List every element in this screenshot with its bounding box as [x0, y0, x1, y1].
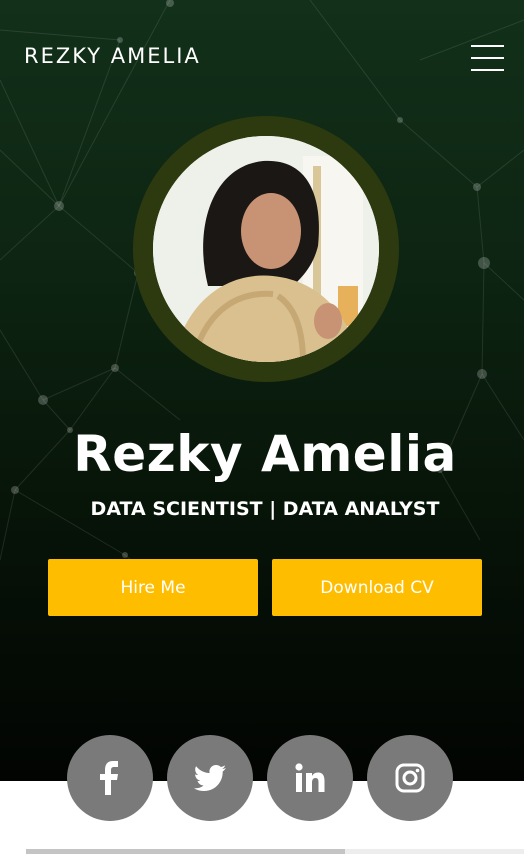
twitter-icon: [194, 765, 226, 791]
facebook-link[interactable]: [67, 735, 153, 821]
instagram-icon: [395, 763, 425, 793]
social-links: [0, 735, 524, 821]
hamburger-menu-icon[interactable]: [471, 45, 504, 72]
facebook-icon: [100, 761, 118, 795]
scroll-track: [345, 849, 524, 854]
twitter-link[interactable]: [167, 735, 253, 821]
avatar-ring: [133, 116, 399, 382]
linkedin-icon: [295, 763, 325, 792]
hire-me-button[interactable]: Hire Me: [48, 559, 258, 616]
hero-section: REZKY AMELIA Rezky Amelia DATA SCIENTIST…: [0, 0, 524, 781]
avatar: [153, 136, 379, 362]
hero-name: Rezky Amelia: [73, 425, 457, 483]
avatar-photo: [153, 136, 379, 362]
site-brand[interactable]: REZKY AMELIA: [24, 44, 201, 68]
linkedin-link[interactable]: [267, 735, 353, 821]
hero-subtitle: DATA SCIENTIST | DATA ANALYST: [90, 498, 440, 520]
instagram-link[interactable]: [367, 735, 453, 821]
download-cv-button[interactable]: Download CV: [272, 559, 482, 616]
scroll-indicator: [26, 849, 345, 854]
